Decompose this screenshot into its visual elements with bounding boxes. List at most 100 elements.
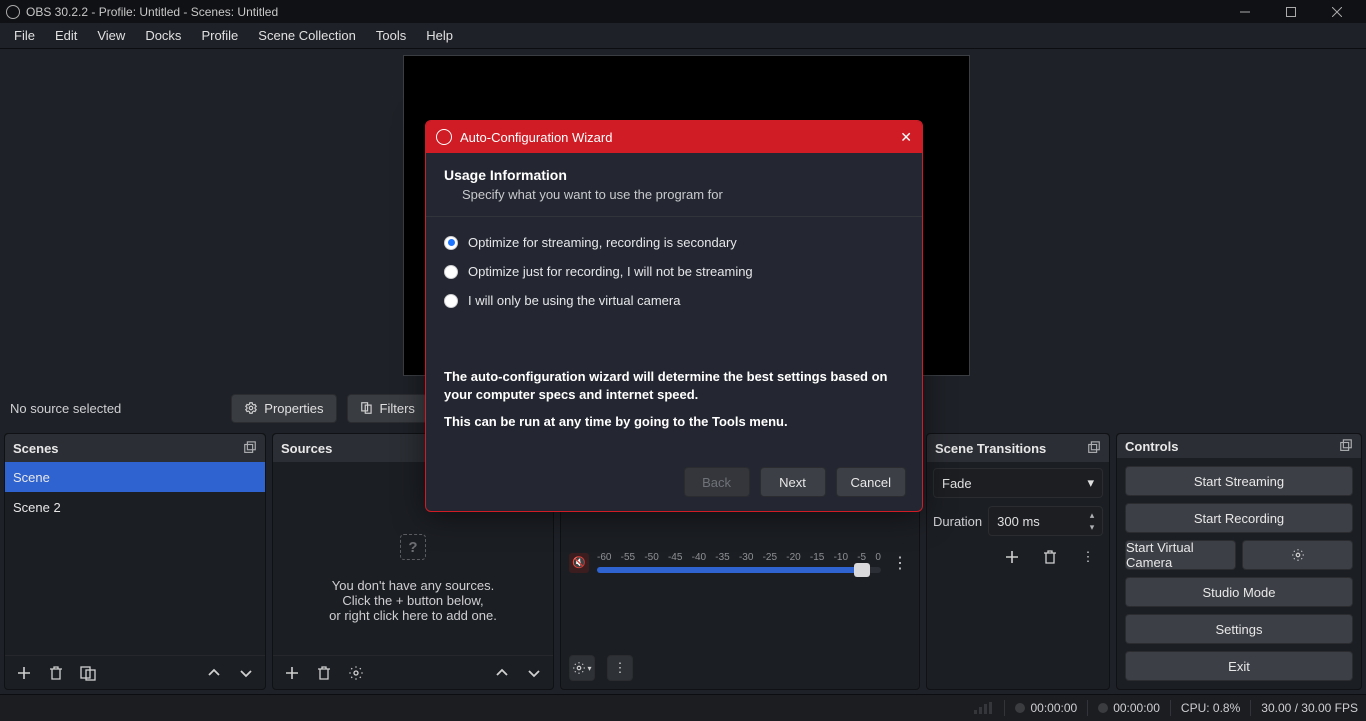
radio-icon — [444, 294, 458, 308]
menu-help[interactable]: Help — [416, 24, 463, 47]
volume-slider[interactable] — [597, 567, 881, 573]
remove-transition-button[interactable] — [1039, 546, 1061, 568]
close-button[interactable] — [1314, 0, 1360, 23]
scene-up-button[interactable] — [203, 662, 225, 684]
scenes-header[interactable]: Scenes — [5, 434, 265, 462]
menu-scene-collection[interactable]: Scene Collection — [248, 24, 366, 47]
popout-icon[interactable] — [1339, 439, 1353, 453]
wizard-subheading: Specify what you want to use the program… — [444, 187, 904, 202]
wizard-titlebar[interactable]: Auto-Configuration Wizard ✕ — [426, 121, 922, 153]
sources-empty-line: You don't have any sources. — [332, 578, 494, 593]
transitions-header[interactable]: Scene Transitions — [927, 434, 1109, 462]
duration-field[interactable]: 300 ms ▴▾ — [988, 506, 1103, 536]
wizard-option-label: Optimize just for recording, I will not … — [468, 264, 753, 279]
add-source-button[interactable] — [281, 662, 303, 684]
controls-header[interactable]: Controls — [1117, 434, 1361, 458]
maximize-button[interactable] — [1268, 0, 1314, 23]
remove-scene-button[interactable] — [45, 662, 67, 684]
rec-time: 00:00:00 — [1113, 701, 1160, 715]
spin-down-icon[interactable]: ▾ — [1084, 521, 1100, 533]
menu-profile[interactable]: Profile — [191, 24, 248, 47]
fps-counter: 30.00 / 30.00 FPS — [1261, 701, 1358, 715]
sources-empty-line: or right click here to add one. — [329, 608, 497, 623]
window-title: OBS 30.2.2 - Profile: Untitled - Scenes:… — [26, 5, 278, 19]
wizard-footer: Back Next Cancel — [426, 453, 922, 511]
speaker-muted-icon: 🔇 — [572, 556, 586, 569]
db-scale: -60-55-50-45-40-35-30-25-20-15-10-50 — [597, 552, 881, 563]
menu-edit[interactable]: Edit — [45, 24, 87, 47]
studio-mode-button[interactable]: Studio Mode — [1125, 577, 1353, 607]
wizard-header: Usage Information Specify what you want … — [426, 153, 922, 217]
scene-down-button[interactable] — [235, 662, 257, 684]
filters-icon — [360, 401, 374, 415]
wizard-option-label: Optimize for streaming, recording is sec… — [468, 235, 737, 250]
virtual-camera-settings-button[interactable] — [1242, 540, 1353, 570]
wizard-close-button[interactable]: ✕ — [900, 129, 912, 146]
exit-button[interactable]: Exit — [1125, 651, 1353, 681]
scene-item[interactable]: Scene 2 — [5, 492, 265, 522]
wizard-option-recording[interactable]: Optimize just for recording, I will not … — [444, 264, 904, 279]
duration-value: 300 ms — [997, 514, 1040, 529]
scene-item[interactable]: Scene — [5, 462, 265, 492]
scenes-title: Scenes — [13, 441, 59, 456]
radio-icon — [444, 265, 458, 279]
chevron-down-icon: ▾ — [1087, 475, 1094, 491]
live-time: 00:00:00 — [1030, 701, 1077, 715]
volume-knob[interactable] — [854, 563, 870, 577]
menu-view[interactable]: View — [87, 24, 135, 47]
properties-button[interactable]: Properties — [231, 394, 336, 423]
filters-button[interactable]: Filters — [347, 394, 428, 423]
add-transition-button[interactable] — [1001, 546, 1023, 568]
filters-label: Filters — [380, 401, 415, 416]
wizard-next-button[interactable]: Next — [760, 467, 826, 497]
remove-source-button[interactable] — [313, 662, 335, 684]
source-down-button[interactable] — [523, 662, 545, 684]
sources-footer — [273, 655, 553, 689]
popout-icon[interactable] — [243, 441, 257, 455]
controls-dock: Controls Start Streaming Start Recording… — [1116, 433, 1362, 690]
scene-filter-button[interactable] — [77, 662, 99, 684]
start-virtual-camera-button[interactable]: Start Virtual Camera — [1125, 540, 1236, 570]
menu-bar: File Edit View Docks Profile Scene Colle… — [0, 23, 1366, 49]
title-bar: OBS 30.2.2 - Profile: Untitled - Scenes:… — [0, 0, 1366, 23]
transition-select[interactable]: Fade ▾ — [933, 468, 1103, 498]
transitions-dock: Scene Transitions Fade ▾ Duration 300 ms… — [926, 433, 1110, 690]
start-streaming-button[interactable]: Start Streaming — [1125, 466, 1353, 496]
start-recording-button[interactable]: Start Recording — [1125, 503, 1353, 533]
wizard-back-button: Back — [684, 467, 750, 497]
minimize-button[interactable] — [1222, 0, 1268, 23]
settings-button[interactable]: Settings — [1125, 614, 1353, 644]
network-signal-icon — [974, 702, 992, 714]
scenes-footer — [5, 655, 265, 689]
transition-value: Fade — [942, 476, 972, 491]
mute-button[interactable]: 🔇 — [569, 553, 589, 573]
mixer-settings-button[interactable]: ▾ — [569, 655, 595, 681]
wizard-option-virtual-cam[interactable]: I will only be using the virtual camera — [444, 293, 904, 308]
source-up-button[interactable] — [491, 662, 513, 684]
source-settings-button[interactable] — [345, 662, 367, 684]
menu-tools[interactable]: Tools — [366, 24, 416, 47]
duration-label: Duration — [933, 514, 982, 529]
menu-docks[interactable]: Docks — [135, 24, 191, 47]
transition-menu-button[interactable]: ⋮ — [1077, 546, 1099, 568]
cpu-usage: CPU: 0.8% — [1181, 701, 1240, 715]
wizard-title: Auto-Configuration Wizard — [460, 130, 612, 145]
add-scene-button[interactable] — [13, 662, 35, 684]
spin-up-icon[interactable]: ▴ — [1084, 509, 1100, 521]
track-menu-button[interactable]: ⋮ — [889, 553, 911, 573]
scene-item-label: Scene — [13, 470, 50, 485]
live-indicator-icon — [1015, 703, 1025, 713]
wizard-heading: Usage Information — [444, 167, 904, 183]
wizard-description: The auto-configuration wizard will deter… — [444, 368, 904, 404]
menu-file[interactable]: File — [4, 24, 45, 47]
controls-title: Controls — [1125, 439, 1178, 454]
wizard-cancel-button[interactable]: Cancel — [836, 467, 906, 497]
gear-icon — [244, 401, 258, 415]
wizard-option-streaming[interactable]: Optimize for streaming, recording is sec… — [444, 235, 904, 250]
mixer-menu-button[interactable]: ⋮ — [607, 655, 633, 681]
volume-fill — [597, 567, 864, 573]
popout-icon[interactable] — [1087, 441, 1101, 455]
app-logo-icon — [436, 129, 452, 145]
wizard-note: This can be run at any time by going to … — [444, 414, 904, 429]
rec-indicator-icon — [1098, 703, 1108, 713]
